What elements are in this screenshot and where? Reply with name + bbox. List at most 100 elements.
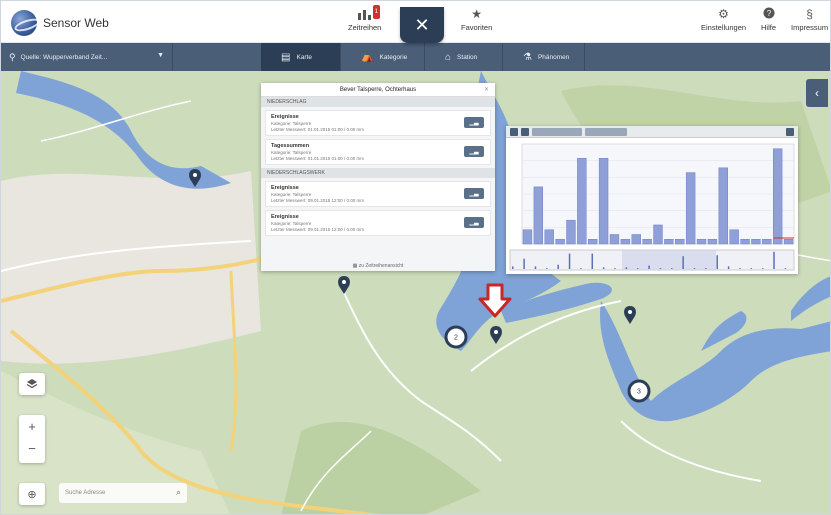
timeseries-item[interactable]: Ereignisse Kategorie: Talsperre Letzter …	[265, 110, 491, 136]
chart-bar	[588, 238, 598, 245]
overview-bar	[773, 251, 775, 269]
search-icon: ⌕	[175, 487, 181, 497]
chart-bar	[707, 238, 718, 245]
chart-icon: ▁▃	[469, 149, 479, 155]
close-button[interactable]: ✕	[400, 7, 444, 43]
chart-bar	[620, 238, 631, 245]
overview-bar	[784, 268, 787, 269]
star-icon: ★	[471, 7, 483, 21]
station-cluster[interactable]: 2	[444, 325, 468, 349]
nav-einstellungen-label: Einstellungen	[701, 23, 747, 32]
category-icon: ⛺	[361, 51, 374, 63]
overview-bar	[602, 267, 605, 269]
timeseries-item[interactable]: Tagessummen Kategorie: Talsperre Letzter…	[265, 139, 491, 165]
chart-bar	[566, 219, 576, 245]
overview-bar	[523, 258, 525, 269]
overview-bar	[750, 268, 753, 269]
overview-bar	[534, 266, 537, 269]
nav-favoriten-label: Favoriten	[461, 23, 493, 32]
add-timeseries-button[interactable]: ▁▃	[464, 217, 484, 228]
collapse-panel-button[interactable]: ‹	[806, 79, 828, 107]
brand[interactable]: Sensor Web	[11, 10, 109, 36]
chart-icon: ▁▃	[469, 191, 479, 197]
nav-impressum[interactable]: § Impressum	[791, 7, 828, 32]
phenomenon-group-title: Niederschlagswerk	[261, 168, 495, 178]
timeseries-count-badge: 1	[372, 5, 381, 19]
goto-timeseries-label: zu Zeitreihenansicht	[358, 263, 404, 269]
chart-tool-button[interactable]	[521, 127, 529, 136]
timeseries-bar-chart[interactable]	[506, 138, 798, 274]
overview-bar	[625, 267, 628, 269]
tab-station[interactable]: ⌂ Station	[425, 43, 503, 71]
chart-bar	[577, 158, 587, 245]
timeseries-title: Ereignisse	[271, 114, 299, 120]
chart-range-selector[interactable]	[532, 127, 582, 136]
chart-tool-button[interactable]	[510, 127, 518, 136]
timeseries-last-value: Letzter Messwert: 01.01.2015 01:00 / 0.0…	[271, 127, 365, 132]
home-icon: ⌂	[445, 51, 452, 63]
nav-einstellungen[interactable]: ⚙ Einstellungen	[701, 7, 746, 32]
overview-bar	[557, 264, 559, 269]
chart-bar	[664, 238, 674, 245]
nav-zeitreihen[interactable]: 1 Zeitreihen	[348, 5, 381, 32]
close-icon: ✕	[414, 14, 430, 35]
overview-bar	[761, 268, 764, 269]
add-timeseries-button[interactable]: ▁▃	[464, 117, 484, 128]
paragraph-icon: §	[806, 7, 813, 21]
timeseries-category: Kategorie: Talsperre	[271, 221, 312, 226]
chart-bar	[729, 229, 739, 245]
station-name: Bever Talsperre, Ochterhaus	[339, 86, 417, 93]
chart-range-selector[interactable]	[585, 127, 627, 136]
locate-button[interactable]: ⊕	[19, 483, 45, 505]
zoom-out-button[interactable]: −	[28, 439, 36, 463]
add-timeseries-button[interactable]: ▁▃	[464, 146, 484, 157]
timeseries-icon: 1	[357, 5, 381, 23]
timeseries-item[interactable]: Ereignisse Kategorie: Talsperre Letzter …	[265, 181, 491, 207]
chart-bar	[642, 238, 652, 245]
timeseries-title: Ereignisse	[271, 185, 299, 191]
overview-bar	[739, 268, 741, 269]
overview-selection[interactable]	[622, 250, 716, 270]
chart-bar	[609, 234, 620, 245]
help-icon: ?	[763, 7, 775, 23]
cluster-count: 3	[637, 389, 641, 396]
chart-bar	[685, 172, 696, 245]
tab-phaenomen[interactable]: ⚗ Phänomen	[503, 43, 585, 71]
nav-hilfe[interactable]: ? Hilfe	[761, 7, 776, 32]
overview-bar	[568, 253, 571, 269]
chart-bar	[598, 158, 609, 245]
timeseries-category: Kategorie: Talsperre	[271, 192, 312, 197]
chart-tool-button[interactable]	[786, 127, 794, 136]
layers-button[interactable]	[19, 373, 45, 395]
overview-bar	[659, 268, 662, 269]
timeseries-item[interactable]: Ereignisse Kategorie: Talsperre Letzter …	[265, 210, 491, 236]
view-toolbar: ⚲ Quelle: Wupperverband Zeit... ▼ ▤ Kart…	[1, 43, 830, 71]
close-icon[interactable]: ✕	[484, 86, 489, 93]
chart-bar	[653, 224, 663, 245]
crosshair-icon: ⊕	[27, 488, 37, 501]
tab-karte[interactable]: ▤ Karte	[261, 43, 341, 71]
address-search-input[interactable]: Suche Adresse ⌕	[59, 483, 187, 503]
station-cluster[interactable]: 3	[627, 379, 651, 403]
timeseries-last-value: Letzter Messwert: 09.01.2015 12:00 / 0.0…	[271, 227, 365, 232]
overview-bar	[580, 268, 582, 269]
overview-bar	[682, 256, 684, 269]
chart-bar	[762, 238, 772, 245]
zoom-in-button[interactable]: +	[28, 415, 36, 439]
add-timeseries-button[interactable]: ▁▃	[464, 188, 484, 199]
tab-kategorie[interactable]: ⛺ Kategorie	[341, 43, 425, 71]
station-popup: Bever Talsperre, Ochterhaus ✕ Niederschl…	[261, 83, 495, 271]
tab-station-label: Station	[457, 53, 478, 61]
timeseries-category: Kategorie: Talsperre	[271, 150, 312, 155]
chart-bar	[783, 238, 794, 245]
source-dropdown[interactable]: ⚲ Quelle: Wupperverband Zeit... ▼	[1, 43, 173, 71]
chart-icon: ▁▃	[469, 220, 479, 226]
timeseries-chart-panel	[506, 126, 798, 274]
chart-bar	[631, 234, 641, 245]
layers-icon	[26, 379, 38, 389]
overview-bar	[671, 268, 673, 269]
nav-favoriten[interactable]: ★ Favoriten	[461, 7, 492, 32]
timeseries-title: Tagessummen	[271, 143, 310, 149]
chart-bar	[696, 238, 707, 245]
goto-timeseries-link[interactable]: ▦ zu Zeitreihenansicht	[261, 263, 495, 269]
